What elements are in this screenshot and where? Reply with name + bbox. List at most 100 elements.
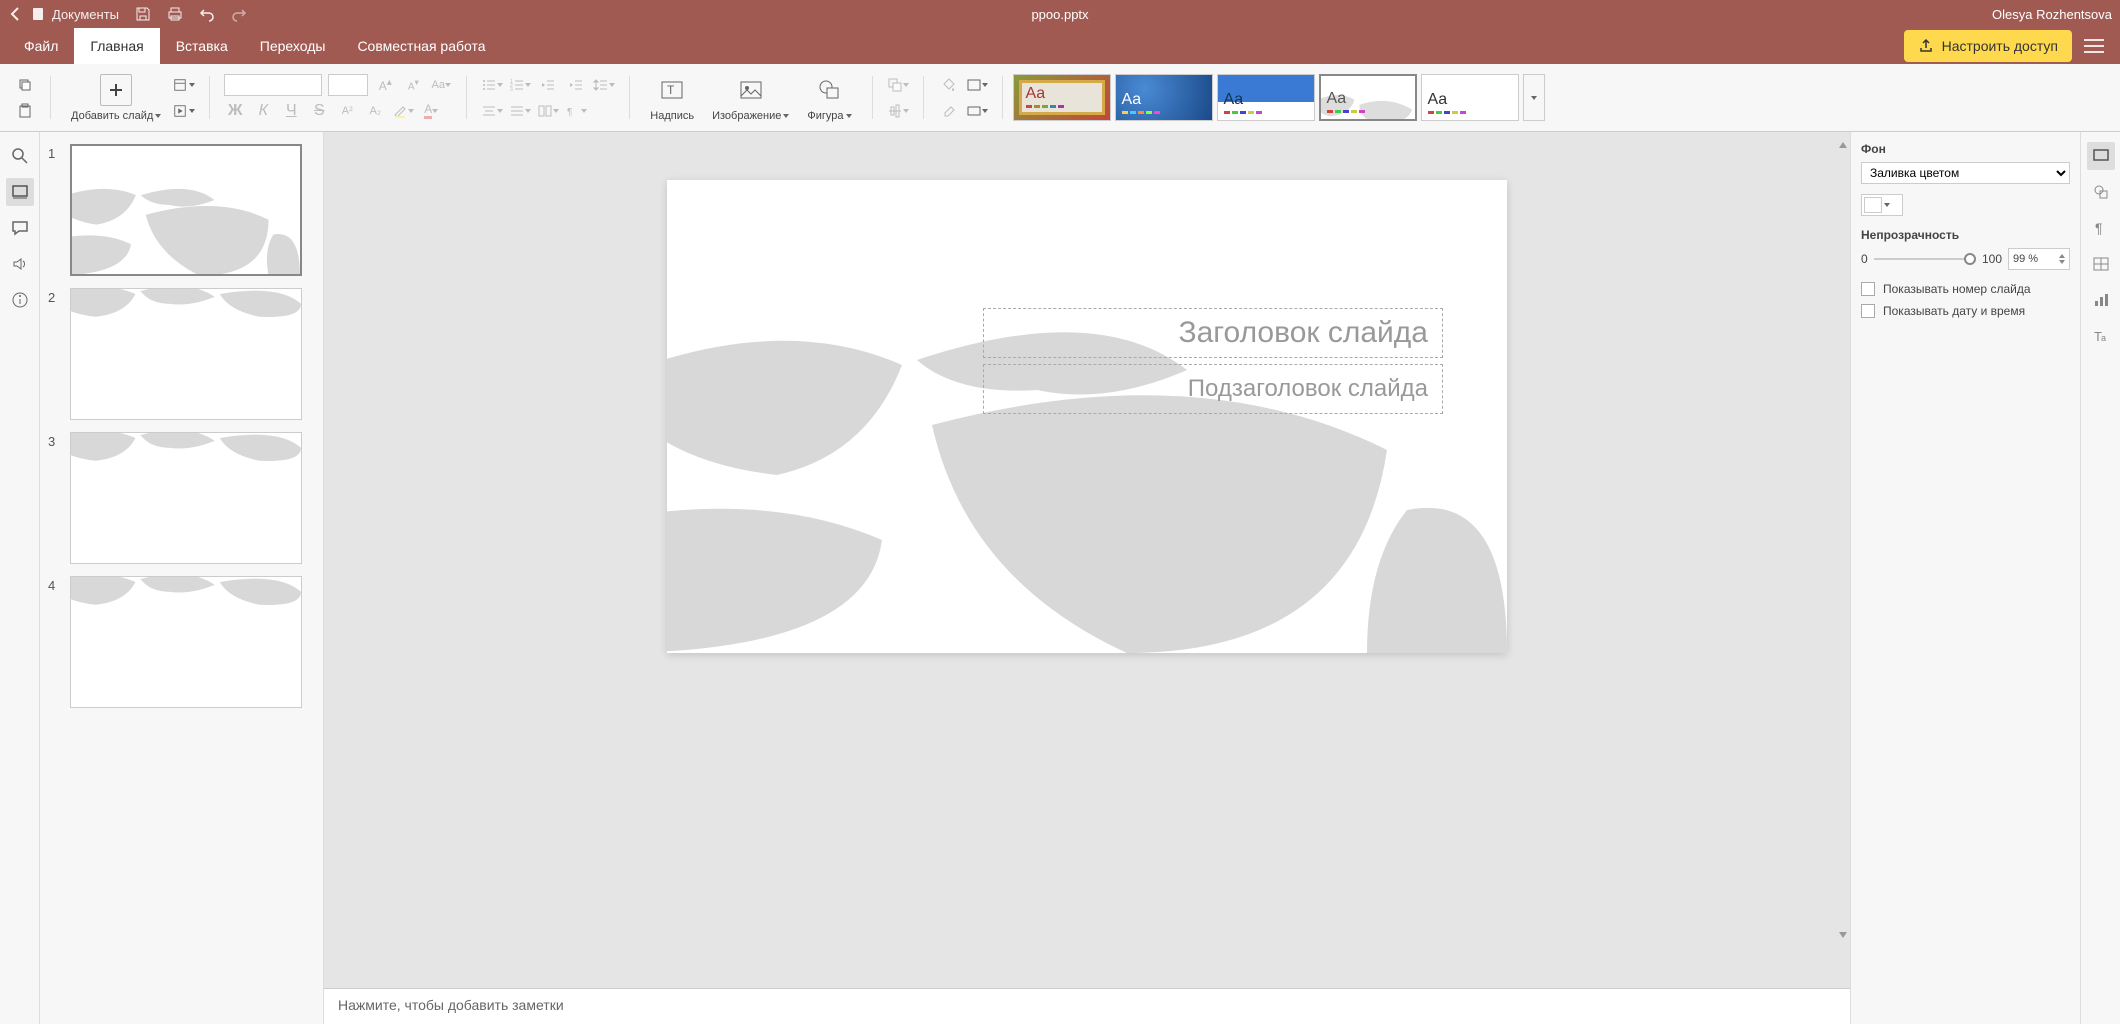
slide-thumb-4[interactable]: 4 (48, 576, 315, 708)
image-button[interactable]: Изображение (706, 70, 795, 126)
line-spacing-button[interactable] (593, 74, 615, 96)
redo-button[interactable] (231, 6, 247, 22)
shape-settings-rail-button[interactable] (2087, 178, 2115, 206)
align-objects-button[interactable] (887, 100, 909, 122)
align-h-icon (481, 103, 497, 119)
back-to-documents-button[interactable]: Документы (8, 6, 119, 22)
play-button[interactable] (173, 100, 195, 122)
slide-color-button[interactable] (966, 74, 988, 96)
slides-rail-button[interactable] (6, 178, 34, 206)
slide-background (667, 180, 1507, 653)
tab-home[interactable]: Главная (74, 28, 159, 64)
align-vertical-button[interactable] (509, 100, 531, 122)
highlight-button[interactable] (392, 100, 414, 122)
spinner-up[interactable] (2059, 254, 2065, 258)
bold-button[interactable]: Ж (224, 100, 246, 122)
superscript-button[interactable]: A² (336, 100, 358, 122)
feedback-rail-button[interactable] (6, 250, 34, 278)
copy-button[interactable] (14, 74, 36, 96)
theme-thumb-5[interactable]: Aa (1421, 74, 1519, 121)
indent-icon (568, 77, 584, 93)
clear-format-button[interactable] (938, 100, 960, 122)
comments-rail-button[interactable] (6, 214, 34, 242)
text-direction-button[interactable]: ¶ (565, 100, 587, 122)
shape-button[interactable]: Фигура (801, 70, 857, 126)
tab-collaboration[interactable]: Совместная работа (341, 28, 501, 64)
underline-button[interactable]: Ч (280, 100, 302, 122)
spinner-down[interactable] (2059, 260, 2065, 264)
svg-text:a: a (2101, 333, 2106, 343)
decrease-font-icon: A▾ (408, 77, 419, 92)
add-slide-button[interactable]: Добавить слайд (65, 70, 167, 126)
decrease-font-button[interactable]: A▾ (402, 74, 424, 96)
change-case-button[interactable]: Aa (430, 74, 452, 96)
title-placeholder[interactable]: Заголовок слайда (983, 308, 1443, 358)
text-art-rail-button[interactable]: Ta (2087, 322, 2115, 350)
shape-settings-icon (2092, 183, 2110, 201)
align-horizontal-button[interactable] (481, 100, 503, 122)
scroll-up-button[interactable] (1838, 140, 1848, 150)
theme-thumb-4[interactable]: Aa (1319, 74, 1417, 121)
decrease-indent-button[interactable] (537, 74, 559, 96)
strike-button[interactable]: S (308, 100, 330, 122)
thumb-preview[interactable] (70, 288, 302, 420)
increase-indent-button[interactable] (565, 74, 587, 96)
show-slide-number-checkbox[interactable]: Показывать номер слайда (1861, 282, 2070, 296)
vertical-scrollbar[interactable] (1838, 140, 1848, 940)
subscript-button[interactable]: A₂ (364, 100, 386, 122)
tab-file[interactable]: Файл (8, 28, 74, 64)
opacity-slider[interactable] (1874, 251, 1976, 267)
subtitle-placeholder[interactable]: Подзаголовок слайда (983, 364, 1443, 414)
scroll-down-button[interactable] (1838, 930, 1848, 940)
bullets-icon (481, 77, 497, 93)
print-button[interactable] (167, 6, 183, 22)
shape-fill-button[interactable] (938, 74, 960, 96)
undo-button[interactable] (199, 6, 215, 22)
tab-transitions[interactable]: Переходы (244, 28, 342, 64)
fill-type-select[interactable]: Заливка цветом (1861, 162, 2070, 184)
slide-settings-rail-button[interactable] (2087, 142, 2115, 170)
paragraph-icon: ¶ (2092, 219, 2110, 237)
save-button[interactable] (135, 6, 151, 22)
insert-columns-button[interactable] (537, 100, 559, 122)
slide-thumb-3[interactable]: 3 (48, 432, 315, 564)
theme-thumb-3[interactable]: Aa (1217, 74, 1315, 121)
slide-thumb-2[interactable]: 2 (48, 288, 315, 420)
search-rail-button[interactable] (6, 142, 34, 170)
thumb-preview[interactable] (70, 432, 302, 564)
arrange-button[interactable] (887, 74, 909, 96)
font-color-icon: A (424, 102, 432, 119)
text-box-button[interactable]: T Надпись (644, 70, 700, 126)
theme-thumb-1[interactable]: Aa (1013, 74, 1111, 121)
paragraph-rail-button[interactable]: ¶ (2087, 214, 2115, 242)
italic-button[interactable]: К (252, 100, 274, 122)
user-name[interactable]: Olesya Rozhentsova (1992, 7, 2112, 22)
font-size-select[interactable] (328, 74, 368, 96)
menu-button[interactable] (2084, 39, 2104, 53)
themes-more-button[interactable] (1523, 74, 1545, 121)
layout-button[interactable] (173, 74, 195, 96)
slide-canvas[interactable]: Заголовок слайда Подзаголовок слайда (667, 180, 1507, 653)
font-family-select[interactable] (224, 74, 322, 96)
slider-knob[interactable] (1964, 253, 1976, 265)
thumb-preview[interactable] (70, 144, 302, 276)
theme-thumb-2[interactable]: Aa (1115, 74, 1213, 121)
font-color-button[interactable]: A (420, 100, 442, 122)
share-button[interactable]: Настроить доступ (1904, 30, 2072, 62)
slide-size-button[interactable] (966, 100, 988, 122)
chart-rail-button[interactable] (2087, 286, 2115, 314)
increase-font-button[interactable]: A▴ (374, 74, 396, 96)
fill-color-button[interactable] (1861, 194, 1903, 216)
notes-pane[interactable]: Нажмите, чтобы добавить заметки (324, 988, 1850, 1024)
slide-thumb-1[interactable]: 1 (48, 144, 315, 276)
paste-button[interactable] (14, 100, 36, 122)
show-date-checkbox[interactable]: Показывать дату и время (1861, 304, 2070, 318)
thumb-preview[interactable] (70, 576, 302, 708)
numbering-button[interactable]: 123 (509, 74, 531, 96)
svg-text:T: T (667, 83, 675, 97)
bullets-button[interactable] (481, 74, 503, 96)
opacity-value-input[interactable]: 99 % (2008, 248, 2070, 270)
tab-insert[interactable]: Вставка (160, 28, 244, 64)
info-rail-button[interactable] (6, 286, 34, 314)
table-rail-button[interactable] (2087, 250, 2115, 278)
